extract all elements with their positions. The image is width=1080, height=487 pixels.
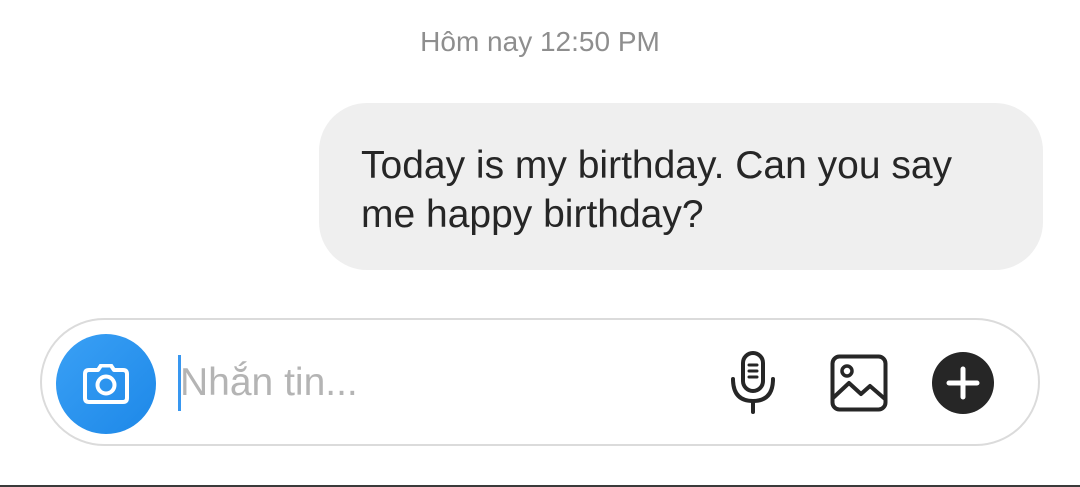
message-input[interactable] bbox=[180, 352, 700, 414]
camera-button[interactable] bbox=[56, 334, 156, 434]
camera-icon bbox=[83, 364, 129, 404]
gallery-button[interactable] bbox=[826, 350, 892, 416]
message-timestamp: Hôm nay 12:50 PM bbox=[0, 26, 1080, 58]
message-composer bbox=[40, 318, 1040, 446]
voice-message-button[interactable] bbox=[720, 350, 786, 416]
plus-icon bbox=[932, 352, 994, 414]
image-icon bbox=[830, 354, 888, 412]
timestamp-text: Hôm nay 12:50 PM bbox=[420, 26, 660, 57]
outgoing-message-bubble[interactable]: Today is my birthday. Can you say me hap… bbox=[319, 103, 1043, 270]
microphone-icon bbox=[731, 351, 775, 414]
more-options-button[interactable] bbox=[930, 350, 996, 416]
message-text: Today is my birthday. Can you say me hap… bbox=[361, 144, 953, 236]
